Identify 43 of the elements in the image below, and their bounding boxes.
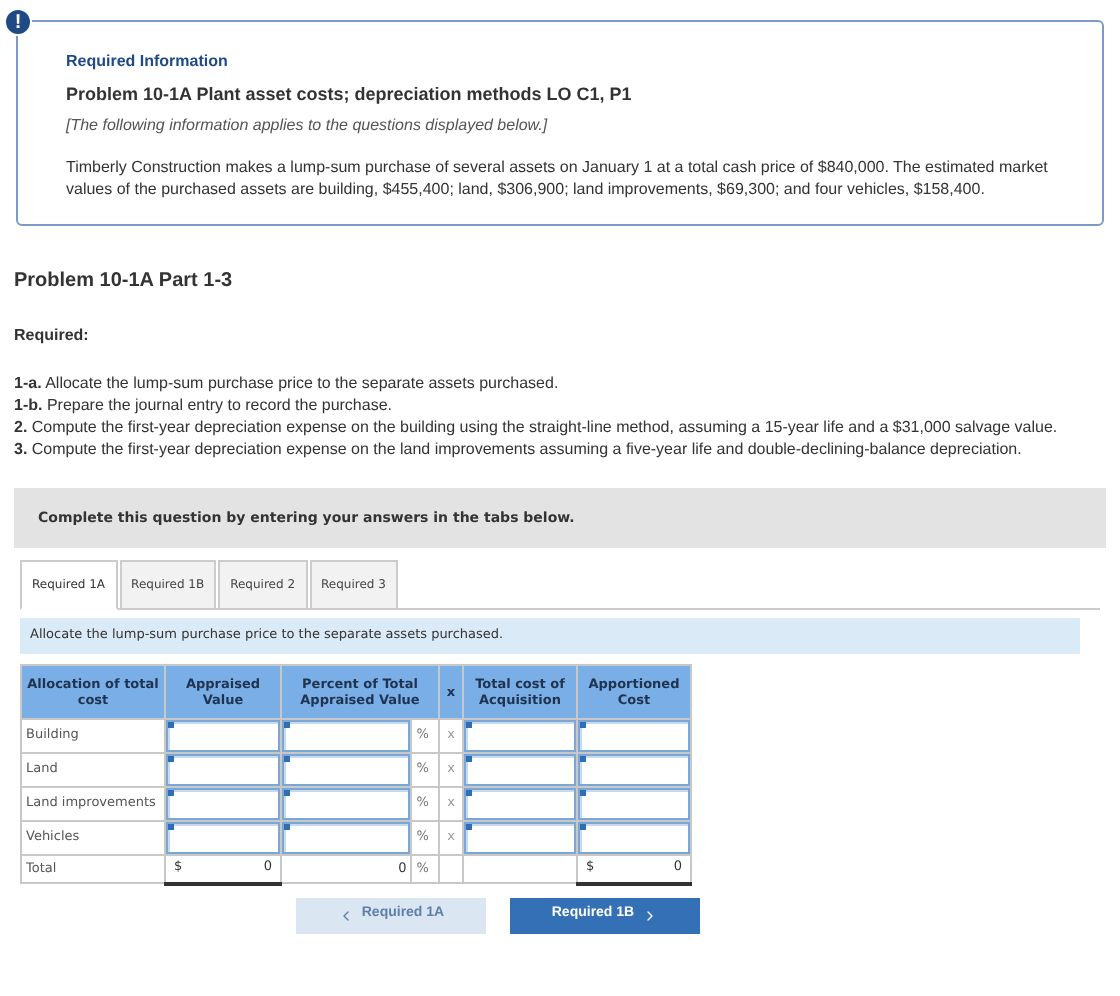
- input-field[interactable]: [282, 720, 411, 752]
- alert-badge: !: [4, 8, 32, 36]
- info-heading: Required Information: [66, 52, 230, 72]
- input-field[interactable]: [464, 754, 576, 786]
- corner-icon: [580, 722, 586, 728]
- problem-title: Problem 10-1A Plant asset costs; depreciation methods LO C1, P1: [66, 84, 634, 106]
- input-field[interactable]: [464, 720, 576, 752]
- input-field[interactable]: [166, 754, 280, 786]
- input-field[interactable]: [282, 788, 411, 820]
- input-field[interactable]: [578, 822, 690, 854]
- corner-icon: [466, 824, 472, 830]
- requirement-text: 1-a. Allocate the lump-sum purchase price to the separate assets purchased.: [14, 372, 561, 394]
- info-note: [The following information applies to the questions displayed below.]: [66, 116, 550, 136]
- input-field[interactable]: [166, 822, 280, 854]
- input-field[interactable]: [464, 788, 576, 820]
- corner-icon: [466, 790, 472, 796]
- input-field[interactable]: [166, 788, 280, 820]
- corner-icon: [284, 824, 290, 830]
- input-field[interactable]: [282, 754, 411, 786]
- input-field[interactable]: [166, 720, 280, 752]
- corner-icon: [168, 722, 174, 728]
- corner-icon: [168, 790, 174, 796]
- requirement-text: 2. Compute the first-year depreciation expense on the building using the straight-line method, assuming a 15-year life and a $31,000 salvage value.: [14, 416, 1060, 438]
- corner-icon: [284, 722, 290, 728]
- corner-icon: [168, 824, 174, 830]
- part-title: Problem 10-1A Part 1-3: [14, 270, 235, 294]
- corner-icon: [284, 790, 290, 796]
- input-field[interactable]: [578, 720, 690, 752]
- input-field[interactable]: [282, 822, 411, 854]
- input-field[interactable]: [578, 788, 690, 820]
- corner-icon: [466, 722, 472, 728]
- corner-icon: [466, 756, 472, 762]
- corner-icon: [580, 824, 586, 830]
- required-label: Required:: [14, 326, 91, 346]
- corner-icon: [580, 756, 586, 762]
- corner-icon: [284, 756, 290, 762]
- corner-icon: [168, 756, 174, 762]
- input-field[interactable]: [578, 754, 690, 786]
- problem-description: Timberly Construction makes a lump-sum purchase of several assets on January 1 at a total cash price of $840,000. The estimated market values of the purchased assets are building, $455,400; land, $306,900; land improvements, $69,300; and four vehicles, $158,400.: [66, 156, 1050, 200]
- requirement-text: 3. Compute the first-year depreciation expense on the land improvements assuming a five-year life and double-declining-balance depreciation.: [14, 438, 1024, 460]
- corner-icon: [580, 790, 586, 796]
- input-field[interactable]: [464, 822, 576, 854]
- requirement-text: 1-b. Prepare the journal entry to record the purchase.: [14, 394, 394, 416]
